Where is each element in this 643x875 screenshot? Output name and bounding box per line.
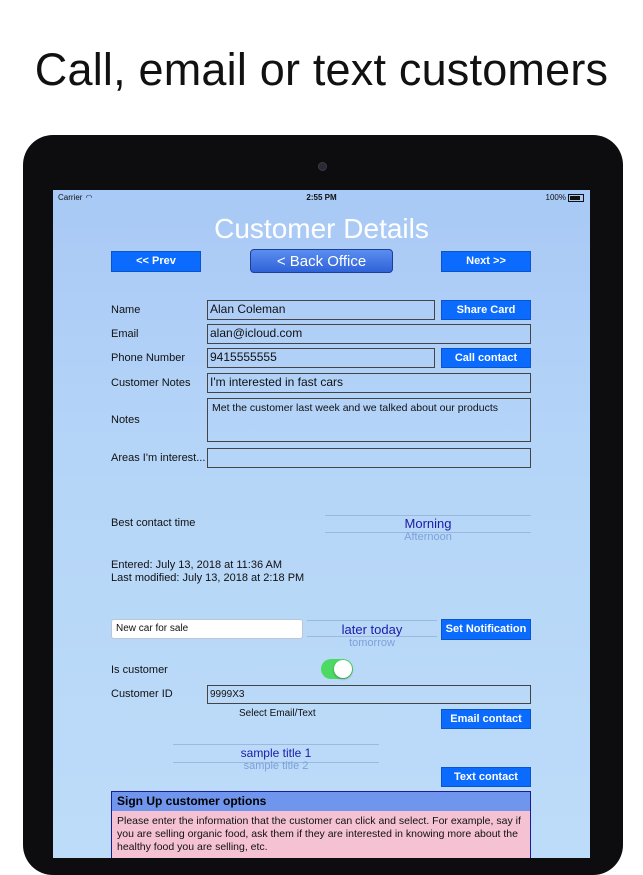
contact-time-picker[interactable]: Morning Afternoon	[325, 516, 531, 543]
select-email-text-label: Select Email/Text	[239, 708, 316, 719]
phone-field[interactable]: 9415555555	[207, 348, 435, 368]
call-contact-button[interactable]: Call contact	[441, 348, 531, 368]
status-bar: Carrier ◠ 2:55 PM 100%	[53, 190, 590, 204]
battery-icon	[568, 193, 584, 202]
email-field[interactable]: alan@icloud.com	[207, 324, 531, 344]
name-field[interactable]: Alan Coleman	[207, 300, 435, 320]
notification-time-picker[interactable]: later today tomorrow	[307, 622, 437, 648]
contact-time-label: Best contact time	[111, 517, 196, 529]
phone-label: Phone Number	[111, 352, 185, 364]
toggle-knob	[334, 660, 352, 678]
areas-field[interactable]	[207, 448, 531, 468]
signup-description: Please enter the information that the cu…	[117, 815, 521, 853]
message-template-selected[interactable]: sample title 1	[173, 746, 379, 760]
email-label: Email	[111, 328, 139, 340]
contact-time-selected[interactable]: Morning	[325, 516, 531, 531]
name-label: Name	[111, 304, 141, 316]
battery-indicator: 100%	[546, 193, 584, 202]
customer-notes-label: Customer Notes	[111, 377, 191, 389]
set-notification-button[interactable]: Set Notification	[441, 619, 531, 640]
email-contact-button[interactable]: Email contact	[441, 709, 531, 729]
modified-date: Last modified: July 13, 2018 at 2:18 PM	[111, 572, 305, 584]
next-button[interactable]: Next >>	[441, 251, 531, 272]
customer-id-field[interactable]: 9999X3	[207, 685, 531, 704]
customer-id-label: Customer ID	[111, 688, 173, 700]
share-card-button[interactable]: Share Card	[441, 300, 531, 320]
message-template-next[interactable]: sample title 2	[173, 760, 379, 772]
notification-time-selected[interactable]: later today	[307, 622, 437, 637]
signup-options-panel: Sign Up customer options Please enter th…	[111, 791, 531, 858]
app-screen: Carrier ◠ 2:55 PM 100% Customer Details <…	[53, 190, 590, 858]
notification-text-field[interactable]: New car for sale	[111, 619, 303, 639]
text-contact-button[interactable]: Text contact	[441, 767, 531, 787]
prev-button[interactable]: << Prev	[111, 251, 201, 272]
page-headline: Call, email or text customers	[34, 44, 609, 95]
message-template-picker[interactable]: sample title 1 sample title 2	[173, 746, 379, 772]
entered-date: Entered: July 13, 2018 at 11:36 AM	[111, 559, 283, 571]
picker-divider	[307, 620, 437, 621]
areas-label: Areas I'm interest...	[111, 452, 206, 464]
battery-percent: 100%	[545, 193, 566, 202]
signup-header: Sign Up customer options	[112, 792, 530, 811]
notification-time-next[interactable]: tomorrow	[307, 637, 437, 648]
camera-icon	[318, 162, 327, 171]
notes-label: Notes	[111, 414, 140, 426]
customer-notes-field[interactable]: I'm interested in fast cars	[207, 373, 531, 393]
is-customer-label: Is customer	[111, 664, 168, 676]
notes-textarea[interactable]: Met the customer last week and we talked…	[207, 398, 531, 442]
status-time: 2:55 PM	[306, 193, 337, 202]
screen-title: Customer Details	[214, 213, 429, 244]
back-office-button[interactable]: < Back Office	[250, 249, 393, 273]
contact-time-next[interactable]: Afternoon	[325, 531, 531, 543]
is-customer-toggle[interactable]	[321, 659, 353, 679]
picker-divider	[173, 744, 379, 745]
